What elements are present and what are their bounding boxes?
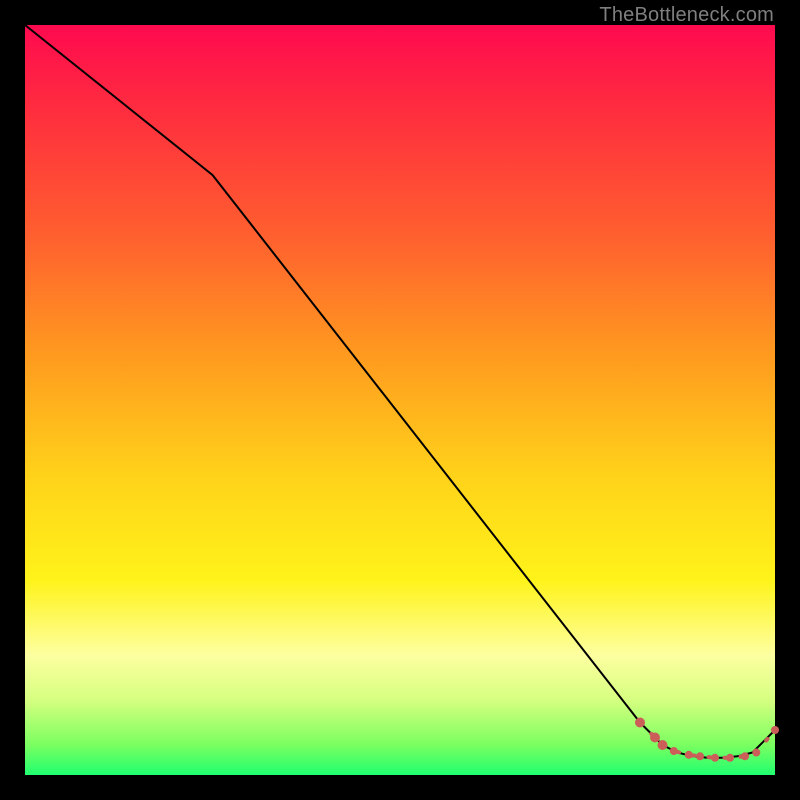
data-point — [741, 752, 749, 760]
data-point — [771, 726, 779, 734]
data-points-layer — [635, 718, 779, 762]
bottleneck-curve-path — [25, 25, 775, 758]
attribution-text: TheBottleneck.com — [599, 4, 774, 27]
data-point — [658, 740, 668, 750]
data-point — [696, 752, 704, 760]
data-point — [670, 747, 678, 755]
chart-stage: TheBottleneck.com — [0, 0, 800, 800]
chart-overlay — [25, 25, 775, 775]
bottleneck-curve — [25, 25, 775, 758]
data-point — [635, 718, 645, 728]
data-point — [726, 754, 734, 762]
data-point — [752, 749, 760, 757]
data-point — [650, 733, 660, 743]
data-point — [711, 754, 719, 762]
data-point — [685, 751, 693, 759]
